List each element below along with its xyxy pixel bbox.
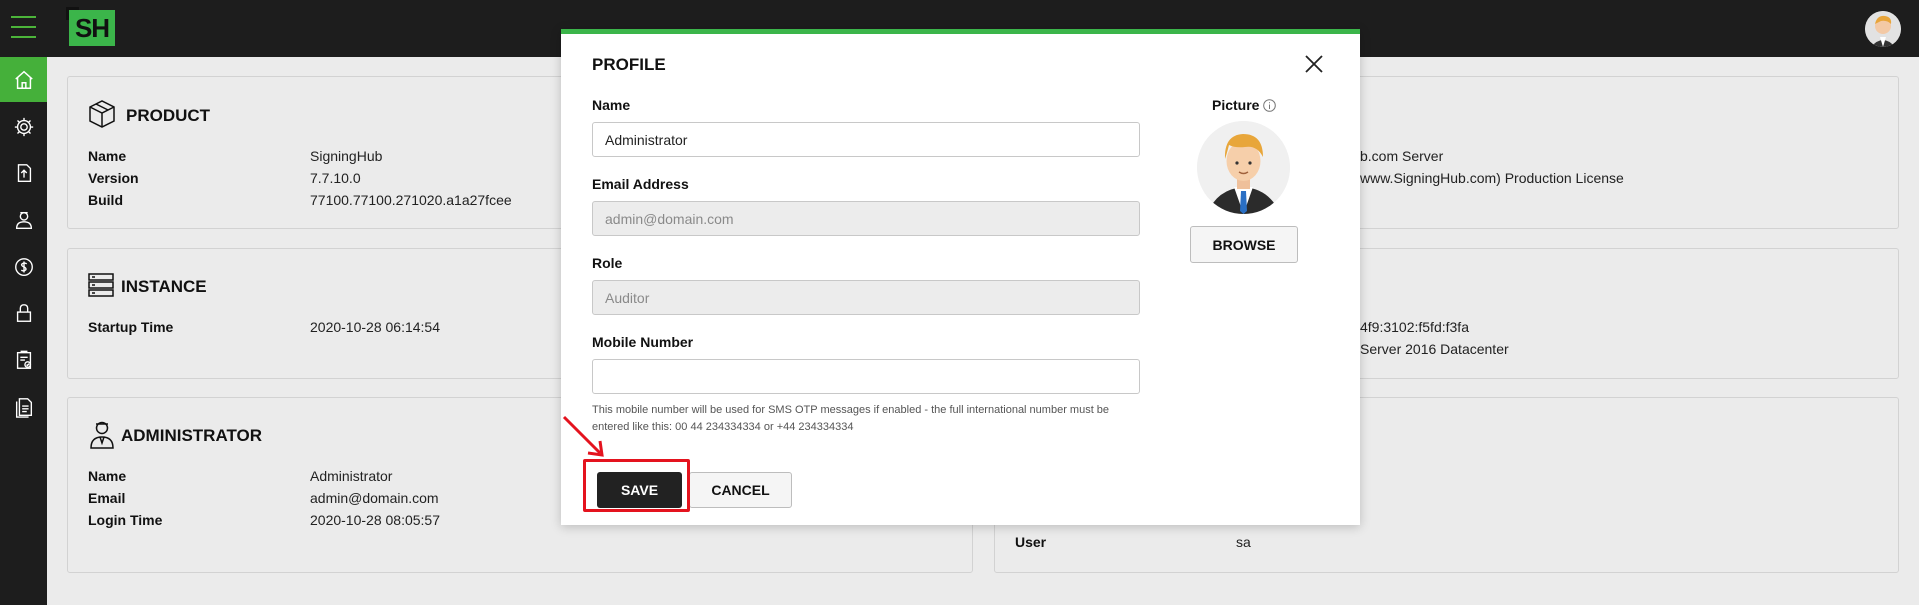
administrator-icon: [90, 421, 114, 449]
annotation-arrow-icon: [562, 415, 604, 457]
home-icon: [14, 70, 33, 89]
mobile-input[interactable]: [592, 359, 1140, 394]
profile-picture: [1197, 121, 1290, 214]
os-fragment: Server 2016 Datacenter: [1360, 341, 1509, 357]
user-avatar[interactable]: [1865, 11, 1901, 47]
db-user-value: sa: [1236, 534, 1251, 550]
startup-time-label: Startup Time: [88, 319, 174, 335]
save-highlight-box: [583, 459, 690, 512]
server-icon: [88, 273, 114, 297]
sidebar-item-security[interactable]: [0, 290, 47, 335]
sidebar: [0, 57, 47, 605]
upload-icon: [17, 163, 31, 182]
signinghub-logo: SH: [66, 7, 115, 46]
product-name-value: SigningHub: [310, 148, 383, 164]
mobile-help-text: This mobile number will be used for SMS …: [592, 404, 1110, 433]
ip-address-fragment: 4f9:3102:f5fd:f3fa: [1360, 319, 1469, 335]
clipboard-check-icon: [16, 350, 31, 369]
dollar-icon: [14, 257, 33, 276]
license-type-fragment: www.SigningHub.com) Production License: [1360, 170, 1624, 186]
instance-title: INSTANCE: [121, 277, 207, 296]
browse-button[interactable]: BROWSE: [1190, 226, 1298, 263]
login-time-label: Login Time: [88, 512, 163, 528]
product-build-label: Build: [88, 192, 123, 208]
product-build-value: 77100.77100.271020.a1a27fcee: [310, 192, 512, 208]
dialog-title: PROFILE: [592, 55, 666, 74]
admin-email-label: Email: [88, 490, 126, 506]
cancel-button[interactable]: CANCEL: [689, 472, 792, 508]
picture-label: Picture: [1212, 97, 1260, 113]
profile-dialog: PROFILE Name Email Address Role Mobile N…: [561, 29, 1360, 525]
mobile-label: Mobile Number: [592, 334, 694, 350]
sidebar-item-settings[interactable]: [0, 104, 47, 149]
info-icon[interactable]: [1263, 99, 1276, 112]
user-icon: [15, 211, 32, 229]
close-icon[interactable]: [1303, 53, 1325, 75]
sidebar-item-users[interactable]: [0, 197, 47, 242]
sidebar-item-reports[interactable]: [0, 337, 47, 382]
admin-name-value: Administrator: [310, 468, 393, 484]
role-label: Role: [592, 255, 623, 271]
email-input[interactable]: [592, 201, 1140, 236]
role-input[interactable]: [592, 280, 1140, 315]
email-label: Email Address: [592, 176, 689, 192]
product-title: PRODUCT: [126, 106, 211, 125]
login-time-value: 2020-10-28 08:05:57: [310, 512, 440, 528]
product-version-value: 7.7.10.0: [310, 170, 361, 186]
sidebar-item-home[interactable]: [0, 57, 47, 102]
admin-name-label: Name: [88, 468, 127, 484]
hamburger-menu-icon[interactable]: [11, 16, 36, 38]
name-input[interactable]: [592, 122, 1140, 157]
startup-time-value: 2020-10-28 06:14:54: [310, 319, 440, 335]
administrator-title: ADMINISTRATOR: [121, 426, 263, 445]
sidebar-item-billing[interactable]: [0, 244, 47, 289]
box-icon: [89, 100, 115, 128]
sidebar-item-documents[interactable]: [0, 384, 47, 429]
name-label: Name: [592, 97, 631, 113]
gear-icon: [14, 117, 33, 136]
document-icon: [15, 397, 32, 418]
sidebar-item-upload[interactable]: [0, 150, 47, 195]
product-version-label: Version: [88, 170, 139, 186]
db-user-label: User: [1015, 534, 1047, 550]
lock-icon: [16, 303, 31, 322]
product-name-label: Name: [88, 148, 127, 164]
license-server-fragment: b.com Server: [1360, 148, 1444, 164]
admin-email-value: admin@domain.com: [310, 490, 439, 506]
